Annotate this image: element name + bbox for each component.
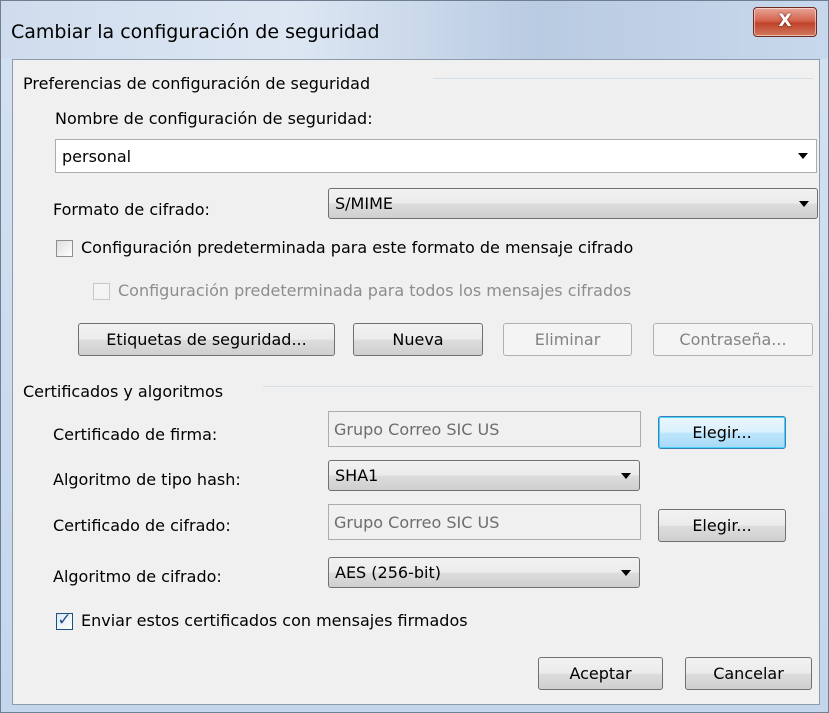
hash-algorithm-label: Algoritmo de tipo hash: <box>53 470 241 489</box>
delete-button[interactable]: Eliminar <box>503 323 632 356</box>
chevron-down-icon[interactable] <box>621 569 631 576</box>
send-certificates-checkbox-label: Enviar estos certificados con mensajes f… <box>81 611 468 630</box>
signing-certificate-field: Grupo Correo SIC US <box>328 411 641 447</box>
encryption-algorithm-label: Algoritmo de cifrado: <box>53 567 222 586</box>
new-button[interactable]: Nueva <box>353 323 483 356</box>
group-divider <box>263 386 813 387</box>
chevron-down-icon[interactable] <box>799 200 809 207</box>
default-all-checkbox[interactable] <box>93 283 110 300</box>
security-preferences-group-label: Preferencias de configuración de segurid… <box>23 74 371 93</box>
encryption-certificate-field: Grupo Correo SIC US <box>328 504 641 540</box>
signing-certificate-label: Certificado de firma: <box>53 425 218 444</box>
send-certificates-checkbox[interactable]: ✓ <box>56 610 73 630</box>
security-setting-name-value: personal <box>62 146 132 166</box>
default-format-checkbox-label: Configuración predeterminada para este f… <box>81 238 634 257</box>
hash-algorithm-value: SHA1 <box>335 466 379 485</box>
encryption-algorithm-select[interactable]: AES (256-bit) <box>328 557 640 588</box>
chevron-down-icon[interactable] <box>798 153 808 159</box>
security-setting-name-label: Nombre de configuración de seguridad: <box>55 109 373 128</box>
default-format-checkbox[interactable] <box>56 240 73 257</box>
encryption-format-select[interactable]: S/MIME <box>328 188 818 219</box>
choose-encryption-certificate-button[interactable]: Elegir... <box>658 509 786 542</box>
checkmark-icon: ✓ <box>57 610 72 630</box>
hash-algorithm-select[interactable]: SHA1 <box>328 460 640 491</box>
certificates-group-label: Certificados y algoritmos <box>23 382 224 401</box>
encryption-format-label: Formato de cifrado: <box>53 200 210 219</box>
close-button[interactable]: X <box>753 7 817 37</box>
default-all-checkbox-label: Configuración predeterminada para todos … <box>118 281 632 300</box>
title-bar: Cambiar la configuración de seguridad X <box>1 1 828 59</box>
encryption-algorithm-value: AES (256-bit) <box>335 563 441 582</box>
group-divider <box>433 78 813 79</box>
password-button[interactable]: Contraseña... <box>653 323 813 356</box>
cancel-button[interactable]: Cancelar <box>685 657 812 690</box>
encryption-format-value: S/MIME <box>335 194 393 213</box>
chevron-down-icon[interactable] <box>621 472 631 479</box>
choose-signing-certificate-button[interactable]: Elegir... <box>658 416 786 449</box>
security-settings-dialog: Cambiar la configuración de seguridad X … <box>0 0 829 713</box>
dialog-body: Preferencias de configuración de segurid… <box>12 59 820 705</box>
ok-button[interactable]: Aceptar <box>538 657 663 690</box>
security-labels-button[interactable]: Etiquetas de seguridad... <box>78 323 335 356</box>
close-icon: X <box>778 11 792 31</box>
window-title: Cambiar la configuración de seguridad <box>11 21 380 43</box>
encryption-certificate-label: Certificado de cifrado: <box>53 516 231 535</box>
security-setting-name-combobox[interactable]: personal <box>55 139 817 173</box>
